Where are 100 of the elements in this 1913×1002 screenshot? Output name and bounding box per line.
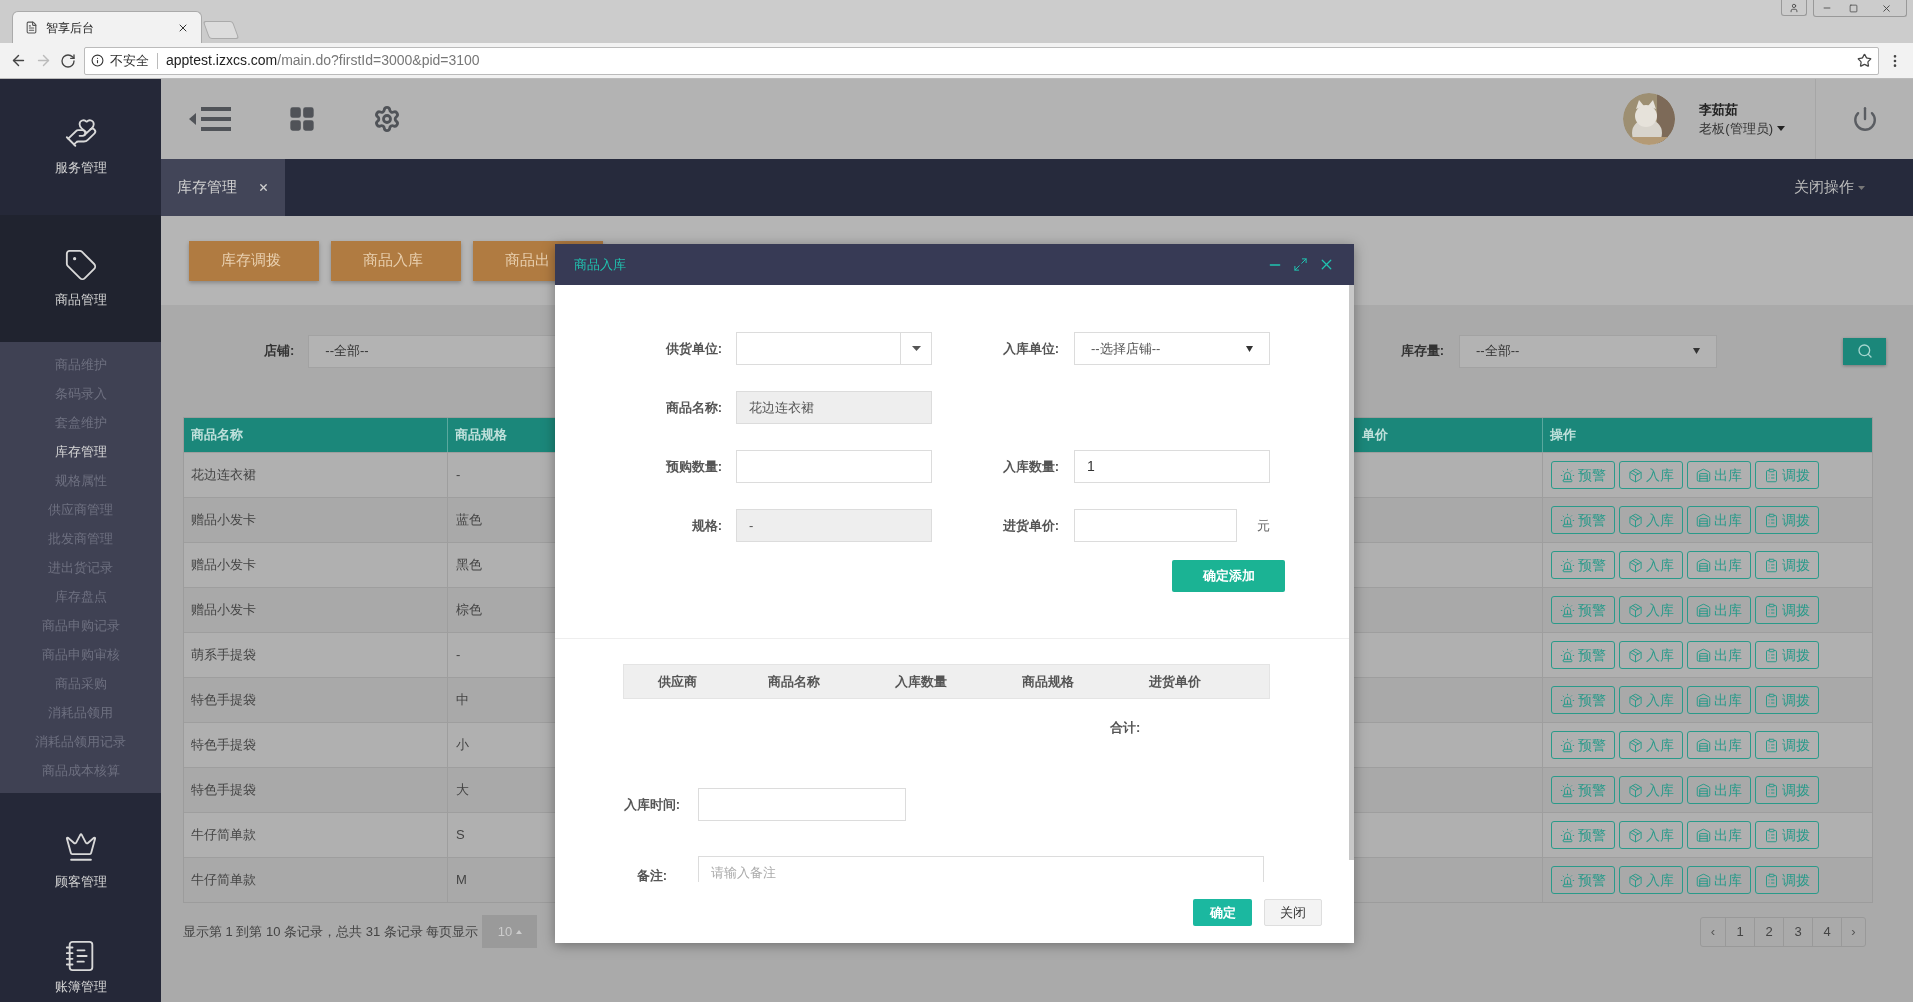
action-button[interactable]: 调拨 — [1755, 821, 1819, 849]
action-button[interactable]: 预警 — [1551, 461, 1615, 489]
confirm-button[interactable]: 确定 — [1193, 899, 1252, 926]
scrollbar[interactable] — [1349, 285, 1354, 860]
toolbar-button[interactable]: 商品入库 — [331, 240, 461, 281]
forward-icon[interactable] — [35, 52, 52, 69]
caret-icon — [1693, 348, 1700, 354]
field-label: 进货单价: — [1001, 516, 1059, 535]
action-button[interactable]: 入库 — [1619, 821, 1683, 849]
action-button[interactable]: 入库 — [1619, 461, 1683, 489]
close-button[interactable]: 关闭 — [1264, 899, 1322, 926]
back-icon[interactable] — [10, 52, 27, 69]
action-button[interactable]: 入库 — [1619, 776, 1683, 804]
reload-icon[interactable] — [60, 52, 76, 69]
action-button[interactable]: 出库 — [1687, 551, 1751, 579]
page-button[interactable]: 4 — [1812, 917, 1841, 946]
toolbar-button[interactable]: 库存调拨 — [189, 240, 319, 281]
clipboard-icon — [1764, 557, 1779, 573]
new-tab-button[interactable] — [202, 21, 240, 39]
prev-page-button[interactable]: ‹ — [1701, 917, 1725, 946]
action-button[interactable]: 出库 — [1687, 461, 1751, 489]
unit-label: 元 — [1257, 516, 1270, 535]
action-button[interactable]: 出库 — [1687, 506, 1751, 534]
close-ops-dropdown[interactable]: 关闭操作 — [1794, 159, 1913, 216]
action-button[interactable]: 调拨 — [1755, 776, 1819, 804]
action-button[interactable]: 入库 — [1619, 686, 1683, 714]
action-button[interactable]: 出库 — [1687, 866, 1751, 894]
action-button[interactable]: 调拨 — [1755, 506, 1819, 534]
sidebar-section[interactable]: 账簿管理 — [0, 929, 161, 1002]
action-button[interactable]: 出库 — [1687, 596, 1751, 624]
power-icon[interactable] — [1851, 106, 1878, 132]
select-field[interactable]: --选择店铺-- — [1074, 332, 1270, 365]
action-button[interactable]: 出库 — [1687, 821, 1751, 849]
action-button[interactable]: 入库 — [1619, 866, 1683, 894]
readonly-field: - — [736, 509, 932, 542]
person-icon — [1789, 2, 1799, 13]
stock-select[interactable]: --全部-- — [1459, 334, 1717, 368]
note-field[interactable]: 请输入备注 — [698, 856, 1264, 882]
action-button[interactable]: 预警 — [1551, 686, 1615, 714]
next-page-button[interactable]: › — [1841, 917, 1865, 946]
address-field[interactable]: 不安全 apptest.izxcs.com/main.do?firstId=3000&pid=3100 — [84, 46, 1879, 75]
action-button[interactable]: 调拨 — [1755, 551, 1819, 579]
sidebar-section[interactable]: 服务管理 — [0, 79, 161, 215]
input-field[interactable]: 1 — [1074, 450, 1270, 483]
action-button[interactable]: 出库 — [1687, 731, 1751, 759]
maximize-icon[interactable] — [1293, 257, 1308, 272]
warehouse-icon — [1696, 557, 1711, 573]
sidebar-section[interactable]: 商品管理 — [0, 215, 161, 342]
browser-tab[interactable]: 智享后台 — [12, 11, 202, 43]
input-field[interactable] — [1074, 509, 1237, 542]
sidebar-section[interactable]: 顾客管理 — [0, 793, 161, 929]
user-role-dropdown[interactable]: 老板(管理员) — [1699, 119, 1785, 139]
warehouse-icon — [1696, 827, 1711, 843]
search-button[interactable] — [1843, 337, 1886, 365]
action-button[interactable]: 预警 — [1551, 506, 1615, 534]
field-label: 商品名称: — [664, 398, 722, 417]
package-icon — [1628, 872, 1643, 888]
alarm-icon — [1560, 647, 1575, 663]
page-button[interactable]: 3 — [1783, 917, 1812, 946]
action-button[interactable]: 出库 — [1687, 686, 1751, 714]
alarm-icon — [1560, 467, 1575, 483]
action-button[interactable]: 调拨 — [1755, 461, 1819, 489]
action-button[interactable]: 预警 — [1551, 776, 1615, 804]
page-tab[interactable]: 库存管理 — [161, 159, 285, 216]
action-button[interactable]: 预警 — [1551, 731, 1615, 759]
action-button[interactable]: 预警 — [1551, 551, 1615, 579]
add-button[interactable]: 确定添加 — [1172, 560, 1285, 592]
page-button[interactable]: 2 — [1754, 917, 1783, 946]
caret-icon — [1777, 126, 1785, 132]
submenu-item[interactable]: 库存管理 — [0, 437, 161, 466]
action-button[interactable]: 出库 — [1687, 641, 1751, 669]
action-button[interactable]: 调拨 — [1755, 866, 1819, 894]
action-button[interactable]: 入库 — [1619, 641, 1683, 669]
package-icon — [1628, 827, 1643, 843]
action-button[interactable]: 调拨 — [1755, 686, 1819, 714]
action-button[interactable]: 入库 — [1619, 731, 1683, 759]
grid-icon[interactable] — [288, 105, 316, 133]
input-field[interactable] — [736, 450, 932, 483]
collapse-menu-icon[interactable] — [189, 106, 231, 132]
action-button[interactable]: 预警 — [1551, 866, 1615, 894]
action-button[interactable]: 出库 — [1687, 776, 1751, 804]
page-button[interactable]: 1 — [1725, 917, 1754, 946]
action-button[interactable]: 调拨 — [1755, 596, 1819, 624]
action-button[interactable]: 调拨 — [1755, 641, 1819, 669]
table-cell-text: 特色手提袋 — [190, 781, 257, 800]
bookmark-star-icon[interactable] — [1857, 53, 1872, 68]
action-button[interactable]: 调拨 — [1755, 731, 1819, 759]
profile-button[interactable] — [1781, 0, 1807, 16]
caret-icon — [1858, 185, 1865, 190]
settings-icon[interactable] — [373, 105, 401, 133]
action-button[interactable]: 入库 — [1619, 506, 1683, 534]
date-field[interactable] — [698, 788, 906, 821]
action-button[interactable]: 预警 — [1551, 821, 1615, 849]
supplier-combo-field[interactable] — [736, 332, 932, 365]
action-button[interactable]: 预警 — [1551, 641, 1615, 669]
close-icon[interactable] — [258, 182, 269, 193]
action-button[interactable]: 预警 — [1551, 596, 1615, 624]
action-button[interactable]: 入库 — [1619, 551, 1683, 579]
action-button[interactable]: 入库 — [1619, 596, 1683, 624]
warehouse-icon — [1696, 737, 1711, 753]
